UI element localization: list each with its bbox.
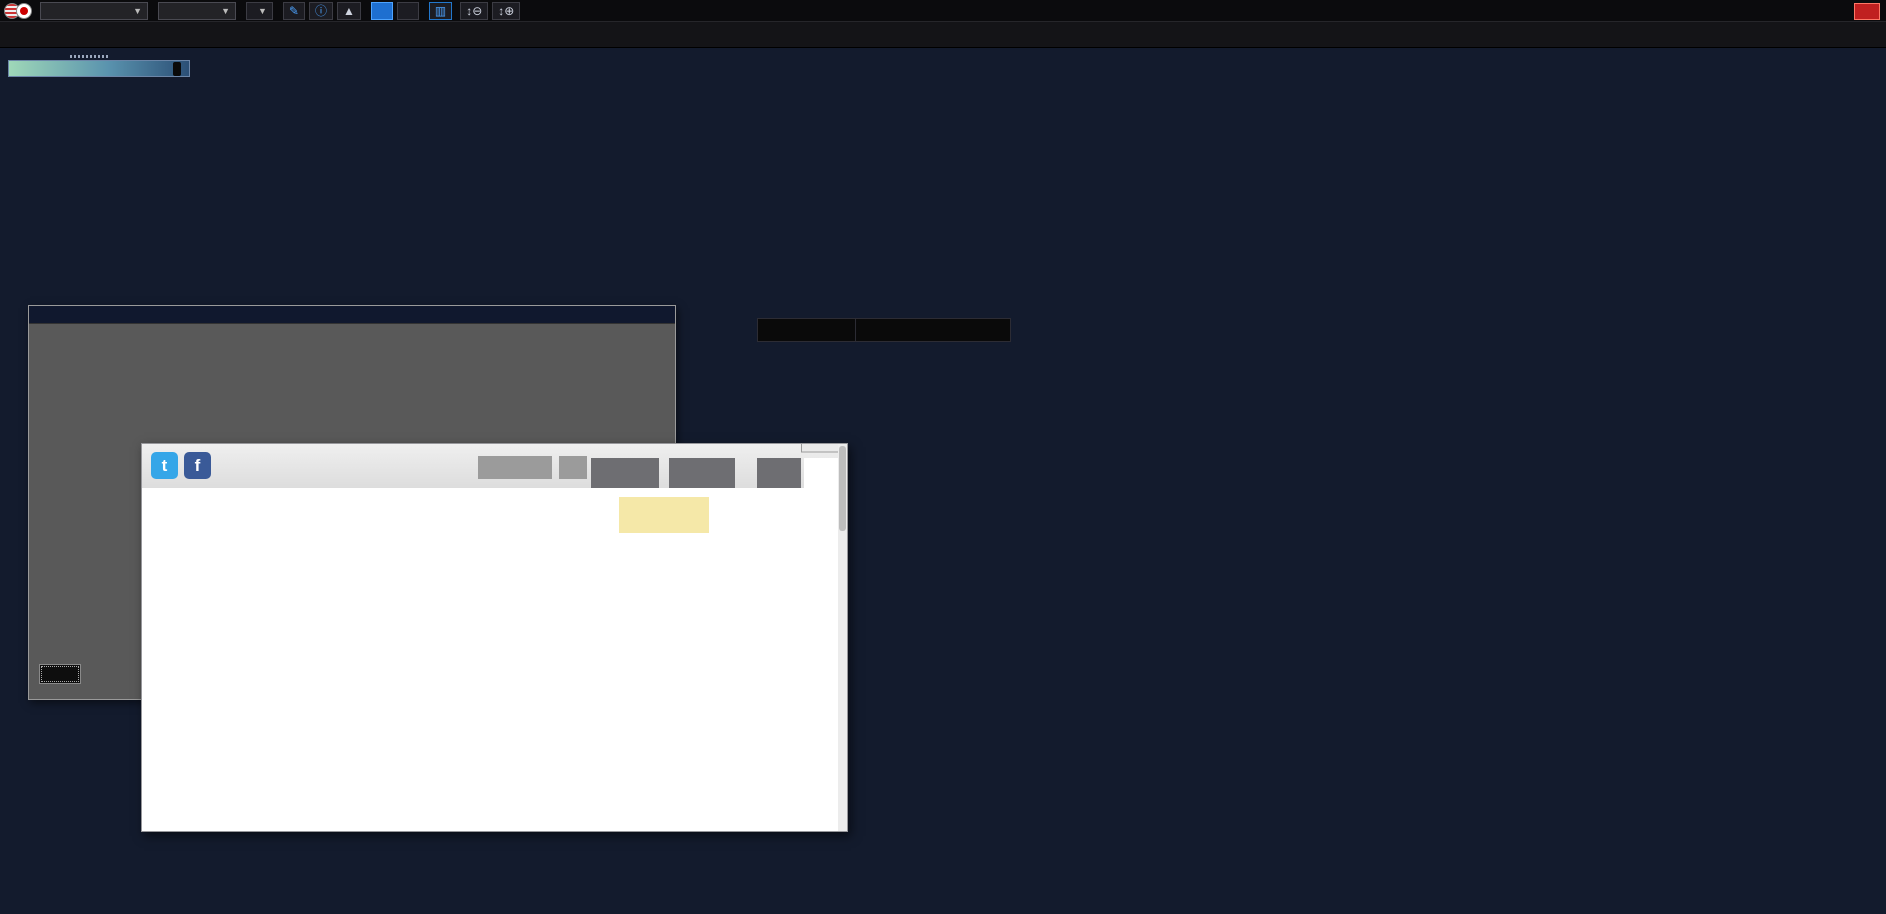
pair-select[interactable]: ▼	[40, 2, 148, 20]
news-titlebar[interactable]	[29, 306, 675, 324]
tab-timeseries[interactable]	[591, 458, 659, 488]
bond-yield-widget: t f	[141, 443, 848, 832]
news-byline	[29, 396, 675, 410]
scroll-handle[interactable]	[70, 55, 108, 58]
japan-flag-icon	[16, 3, 32, 19]
facebook-icon[interactable]: f	[184, 452, 211, 479]
news-headline	[29, 324, 675, 338]
candle-chart-icon[interactable]: ▥	[429, 2, 452, 20]
bid-button[interactable]	[371, 2, 393, 20]
yield-time	[619, 497, 709, 533]
yield-chart-canvas[interactable]	[142, 538, 848, 808]
tab-1week[interactable]	[757, 458, 801, 488]
table-header-pl	[758, 319, 856, 342]
twitter-icon[interactable]: t	[151, 452, 178, 479]
old-button[interactable]	[39, 664, 81, 684]
zoom-v-in-icon[interactable]: ↕⊕	[492, 2, 520, 20]
timeframe-select[interactable]: ▼	[158, 2, 236, 20]
technical-select-button[interactable]: ▼	[246, 2, 273, 20]
ask-button[interactable]	[397, 2, 419, 20]
main-toolbar: ▼ ▼ ▼ ✎ ⓘ ▲ ▥ ↕⊖ ↕⊕	[0, 0, 1886, 22]
yahoo-button[interactable]	[559, 456, 587, 479]
widget-scrollbar[interactable]	[838, 444, 847, 831]
info-icon[interactable]: ⓘ	[309, 2, 333, 20]
chevron-down-icon: ▼	[133, 6, 142, 16]
currency-flags-icon	[4, 3, 36, 19]
chevron-down-icon: ▼	[221, 6, 230, 16]
bloomberg-button[interactable]	[478, 456, 552, 479]
pencil-icon[interactable]: ✎	[283, 2, 305, 20]
drawing-toolbar	[0, 22, 1886, 48]
news-body	[29, 338, 675, 396]
trading-app: ▼ ▼ ▼ ✎ ⓘ ▲ ▥ ↕⊖ ↕⊕	[0, 0, 1886, 914]
tab-longterm[interactable]	[669, 458, 735, 488]
alert-icon[interactable]	[1854, 3, 1880, 20]
chevron-down-icon: ▼	[258, 6, 267, 16]
trade-table	[757, 318, 1011, 342]
date-badge[interactable]	[8, 60, 190, 77]
table-header-datetime	[856, 319, 1011, 342]
area-chart-icon[interactable]: ▲	[337, 2, 361, 20]
zoom-v-out-icon[interactable]: ↕⊖	[460, 2, 488, 20]
latest-candle-button[interactable]	[173, 62, 181, 76]
